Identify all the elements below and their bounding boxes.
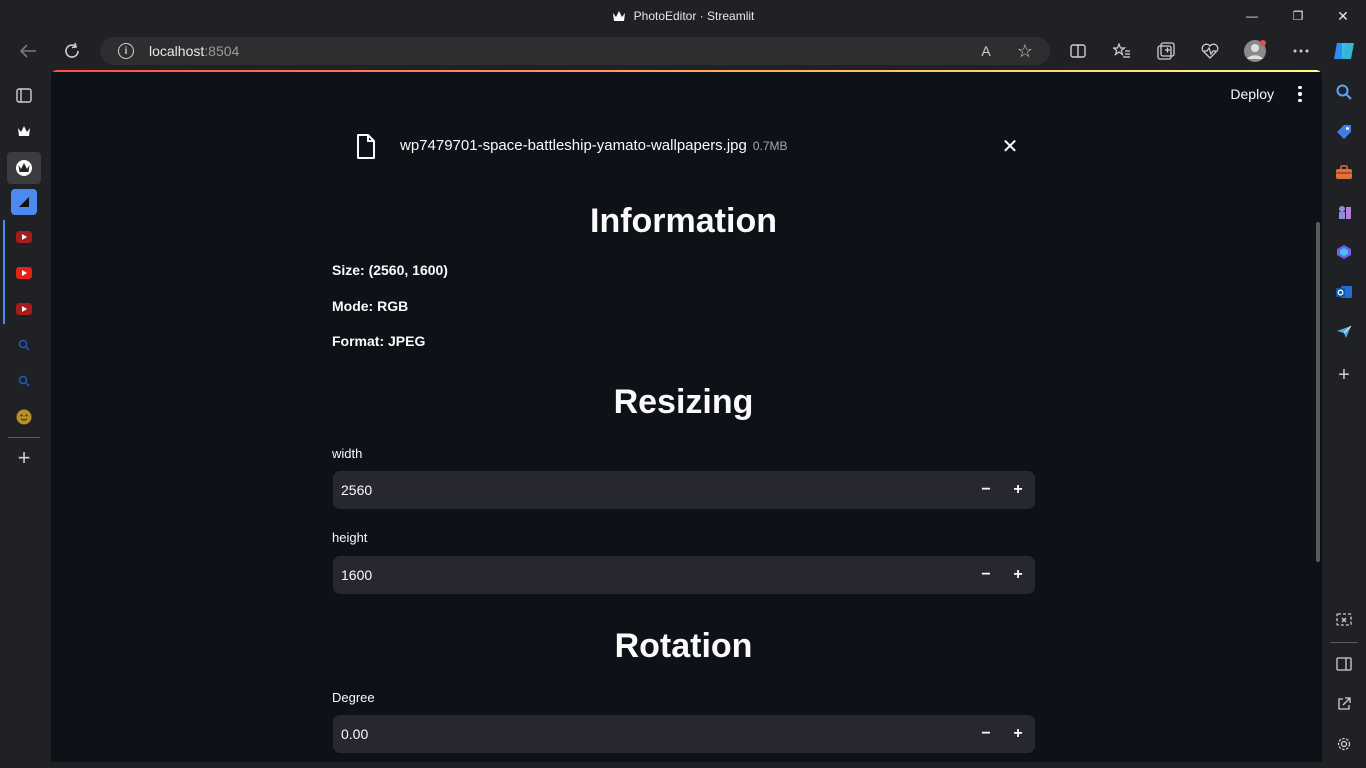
copilot-hex-icon[interactable]: [1332, 240, 1356, 264]
favorites-list-icon[interactable]: [1110, 39, 1134, 63]
streamlit-crown-icon: [612, 10, 626, 22]
profile-avatar-icon[interactable]: [1243, 39, 1267, 63]
streamlit-decoration-bar: [51, 70, 1322, 72]
favorite-star-icon[interactable]: ☆: [1013, 39, 1037, 63]
degree-increment-button[interactable]: +: [1002, 715, 1034, 753]
search-icon: [18, 339, 30, 351]
close-window-button[interactable]: ✕: [1320, 0, 1366, 32]
info-mode: Mode: RGB: [332, 298, 409, 314]
minimize-button[interactable]: —: [1229, 0, 1275, 32]
file-icon: [357, 134, 375, 159]
collections-icon[interactable]: [1154, 39, 1178, 63]
width-value[interactable]: 2560: [341, 482, 970, 498]
uploaded-file-row: wp7479701-space-battleship-yamato-wallpa…: [332, 132, 1035, 162]
address-port: :8504: [204, 43, 240, 59]
information-heading: Information: [590, 202, 777, 240]
performance-heart-icon[interactable]: [1198, 39, 1222, 63]
info-size: Size: (2560, 1600): [332, 262, 448, 278]
close-icon: ✕: [1001, 135, 1019, 158]
tab-emoji[interactable]: [11, 404, 37, 430]
app-triangle-icon: [19, 197, 29, 207]
tab-streamlit-1[interactable]: [11, 118, 37, 144]
tools-briefcase-icon[interactable]: [1332, 160, 1356, 184]
emoji-icon: [16, 409, 32, 425]
address-host: localhost: [149, 43, 205, 59]
refresh-icon: [65, 42, 79, 58]
remove-file-button[interactable]: ✕: [1000, 135, 1020, 158]
address-bar[interactable]: i localhost:8504: [100, 37, 1050, 65]
streamlit-app: Deploy wp7479701-space-battleship-yamato…: [51, 70, 1322, 762]
restore-button[interactable]: ❐: [1275, 0, 1321, 32]
tab-search-1[interactable]: [11, 332, 37, 358]
youtube-icon: [16, 267, 32, 279]
tab-search-2[interactable]: [11, 368, 37, 394]
search-icon[interactable]: [1332, 80, 1356, 104]
window-title: PhotoEditor · Streamlit: [633, 9, 755, 23]
height-decrement-button[interactable]: −: [970, 556, 1002, 594]
sidebar-panel-icon[interactable]: [1332, 652, 1356, 676]
sidebar-divider: [1330, 642, 1358, 643]
refresh-button[interactable]: [57, 36, 87, 66]
site-info-icon[interactable]: i: [118, 43, 134, 59]
settings-gear-icon[interactable]: [1332, 732, 1356, 756]
screenshot-icon[interactable]: [1332, 608, 1356, 632]
window-bottom-edge: [0, 762, 1366, 768]
split-screen-icon[interactable]: [1066, 39, 1090, 63]
tab-youtube-3[interactable]: [11, 296, 37, 322]
resizing-heading: Resizing: [613, 383, 754, 421]
width-increment-button[interactable]: +: [1002, 471, 1034, 509]
height-value[interactable]: 1600: [341, 567, 970, 583]
degree-decrement-button[interactable]: −: [970, 715, 1002, 753]
tab-streamlit-2[interactable]: [7, 152, 41, 184]
games-chess-icon[interactable]: [1332, 200, 1356, 224]
file-name: wp7479701-space-battleship-yamato-wallpa…: [400, 137, 788, 154]
add-sidebar-app-icon[interactable]: +: [1332, 363, 1356, 387]
width-number-input[interactable]: 2560 − +: [333, 471, 1035, 509]
page-scrollbar[interactable]: [1316, 222, 1320, 562]
search-icon: [18, 375, 30, 387]
back-arrow-icon: [19, 44, 36, 58]
youtube-icon: [16, 303, 32, 315]
streamlit-crown-icon: [18, 126, 30, 136]
tab-youtube-2[interactable]: [11, 260, 37, 286]
vertical-tabs-rail: +: [0, 72, 50, 768]
shopping-tag-icon[interactable]: [1332, 120, 1356, 144]
tab-group-indicator: [3, 220, 5, 324]
main-menu-icon[interactable]: [1292, 84, 1308, 104]
read-aloud-icon[interactable]: A: [974, 39, 998, 63]
info-format: Format: JPEG: [332, 333, 426, 349]
rotation-heading: Rotation: [614, 627, 753, 665]
rail-divider: [8, 437, 40, 438]
edge-sidebar: +: [1322, 72, 1366, 768]
streamlit-crown-icon: [16, 160, 32, 176]
tab-actions-icon[interactable]: [11, 82, 37, 108]
degree-number-input[interactable]: 0.00 − +: [333, 715, 1035, 753]
height-increment-button[interactable]: +: [1002, 556, 1034, 594]
send-paperplane-icon[interactable]: [1332, 320, 1356, 344]
more-menu-icon[interactable]: [1289, 39, 1313, 63]
copilot-icon[interactable]: [1331, 38, 1357, 64]
degree-value[interactable]: 0.00: [341, 726, 970, 742]
tab-app[interactable]: [11, 189, 37, 215]
width-decrement-button[interactable]: −: [970, 471, 1002, 509]
width-label: width: [332, 446, 363, 461]
youtube-icon: [16, 231, 32, 243]
open-external-icon[interactable]: [1332, 692, 1356, 716]
window-titlebar: PhotoEditor · Streamlit: [0, 0, 1366, 32]
file-size: 0.7MB: [752, 139, 788, 153]
height-number-input[interactable]: 1600 − +: [333, 556, 1035, 594]
new-tab-button[interactable]: +: [11, 445, 37, 471]
degree-label: Degree: [332, 690, 375, 705]
outlook-icon[interactable]: [1332, 280, 1356, 304]
tab-youtube-1[interactable]: [11, 224, 37, 250]
height-label: height: [332, 530, 368, 545]
back-button[interactable]: [13, 36, 43, 66]
deploy-button[interactable]: Deploy: [1230, 86, 1274, 102]
